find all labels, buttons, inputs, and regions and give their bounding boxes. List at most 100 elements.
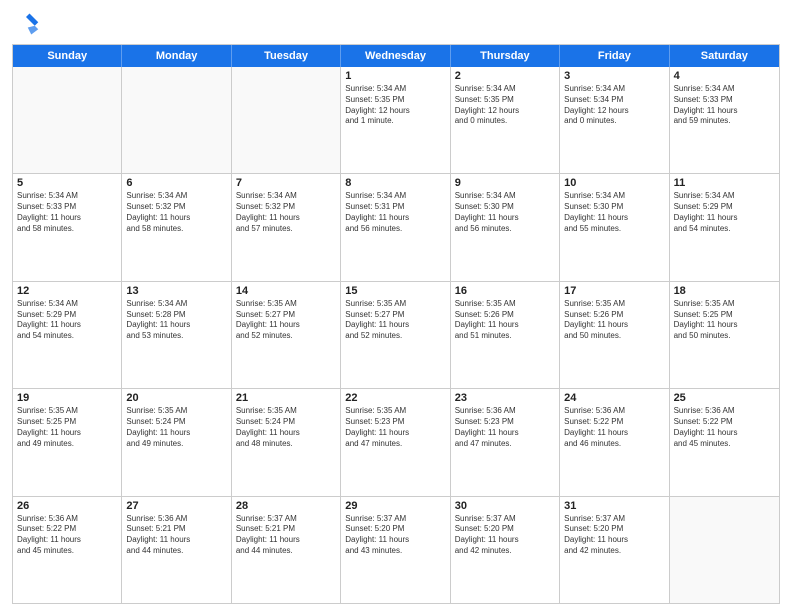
day-header-sunday: Sunday	[13, 45, 122, 67]
calendar-cell-26: 26Sunrise: 5:36 AM Sunset: 5:22 PM Dayli…	[13, 497, 122, 603]
cell-info-text: Sunrise: 5:36 AM Sunset: 5:22 PM Dayligh…	[674, 406, 775, 449]
calendar-cell-25: 25Sunrise: 5:36 AM Sunset: 5:22 PM Dayli…	[670, 389, 779, 495]
cell-info-text: Sunrise: 5:34 AM Sunset: 5:29 PM Dayligh…	[674, 191, 775, 234]
calendar-cell-1: 1 Sunrise: 5:34 AM Sunset: 5:35 PM Daylig…	[341, 67, 450, 173]
calendar-week-4: 19 Sunrise: 5:35 AM Sunset: 5:25 PM Dayli…	[13, 389, 779, 496]
calendar-cell-11: 11 Sunrise: 5:34 AM Sunset: 5:29 PM Dayli…	[670, 174, 779, 280]
cell-date-number: 17	[564, 285, 664, 297]
calendar-cell-5: 5 Sunrise: 5:34 AM Sunset: 5:33 PM Daylig…	[13, 174, 122, 280]
cell-info-text: Sunrise: 5:34 AM Sunset: 5:30 PM Dayligh…	[455, 191, 555, 234]
cell-date-number: 19	[17, 392, 117, 404]
calendar-cell-empty	[670, 497, 779, 603]
cell-date-number: 15	[345, 285, 445, 297]
logo	[12, 10, 44, 38]
calendar-cell-17: 17 Sunrise: 5:35 AM Sunset: 5:26 PM Dayli…	[560, 282, 669, 388]
calendar-week-2: 5 Sunrise: 5:34 AM Sunset: 5:33 PM Daylig…	[13, 174, 779, 281]
cell-date-number: 12	[17, 285, 117, 297]
cell-info-text: Sunrise: 5:35 AM Sunset: 5:27 PM Dayligh…	[236, 299, 336, 342]
cell-info-text: Sunrise: 5:34 AM Sunset: 5:35 PM Dayligh…	[455, 84, 555, 127]
cell-date-number: 30	[455, 500, 555, 512]
cell-date-number: 3	[564, 70, 664, 82]
cell-info-text: Sunrise: 5:35 AM Sunset: 5:26 PM Dayligh…	[455, 299, 555, 342]
calendar-cell-9: 9 Sunrise: 5:34 AM Sunset: 5:30 PM Daylig…	[451, 174, 560, 280]
calendar-cell-28: 28 Sunrise: 5:37 AM Sunset: 5:21 PM Dayli…	[232, 497, 341, 603]
day-header-wednesday: Wednesday	[341, 45, 450, 67]
calendar-cell-30: 30Sunrise: 5:37 AM Sunset: 5:20 PM Dayli…	[451, 497, 560, 603]
cell-date-number: 22	[345, 392, 445, 404]
cell-date-number: 16	[455, 285, 555, 297]
cell-info-text: Sunrise: 5:35 AM Sunset: 5:26 PM Dayligh…	[564, 299, 664, 342]
cell-date-number: 1	[345, 70, 445, 82]
day-header-tuesday: Tuesday	[232, 45, 341, 67]
cell-date-number: 9	[455, 177, 555, 189]
header	[12, 10, 780, 38]
cell-info-text: Sunrise: 5:35 AM Sunset: 5:25 PM Dayligh…	[17, 406, 117, 449]
calendar-cell-7: 7 Sunrise: 5:34 AM Sunset: 5:32 PM Daylig…	[232, 174, 341, 280]
cell-info-text: Sunrise: 5:35 AM Sunset: 5:24 PM Dayligh…	[126, 406, 226, 449]
calendar-cell-31: 31 Sunrise: 5:37 AM Sunset: 5:20 PM Dayli…	[560, 497, 669, 603]
cell-info-text: Sunrise: 5:37 AM Sunset: 5:20 PM Dayligh…	[564, 514, 664, 557]
calendar-cell-empty	[232, 67, 341, 173]
calendar-week-3: 12 Sunrise: 5:34 AM Sunset: 5:29 PM Dayli…	[13, 282, 779, 389]
cell-info-text: Sunrise: 5:37 AM Sunset: 5:20 PM Dayligh…	[345, 514, 445, 557]
cell-date-number: 28	[236, 500, 336, 512]
cell-date-number: 7	[236, 177, 336, 189]
cell-info-text: Sunrise: 5:34 AM Sunset: 5:34 PM Dayligh…	[564, 84, 664, 127]
cell-date-number: 8	[345, 177, 445, 189]
calendar-week-5: 26Sunrise: 5:36 AM Sunset: 5:22 PM Dayli…	[13, 497, 779, 603]
cell-date-number: 4	[674, 70, 775, 82]
day-header-monday: Monday	[122, 45, 231, 67]
calendar-cell-empty	[13, 67, 122, 173]
cell-info-text: Sunrise: 5:34 AM Sunset: 5:29 PM Dayligh…	[17, 299, 117, 342]
cell-info-text: Sunrise: 5:34 AM Sunset: 5:32 PM Dayligh…	[236, 191, 336, 234]
calendar-cell-13: 13Sunrise: 5:34 AM Sunset: 5:28 PM Dayli…	[122, 282, 231, 388]
cell-date-number: 5	[17, 177, 117, 189]
cell-info-text: Sunrise: 5:34 AM Sunset: 5:31 PM Dayligh…	[345, 191, 445, 234]
calendar-cell-4: 4Sunrise: 5:34 AM Sunset: 5:33 PM Daylig…	[670, 67, 779, 173]
cell-info-text: Sunrise: 5:34 AM Sunset: 5:32 PM Dayligh…	[126, 191, 226, 234]
calendar-cell-29: 29 Sunrise: 5:37 AM Sunset: 5:20 PM Dayli…	[341, 497, 450, 603]
cell-info-text: Sunrise: 5:34 AM Sunset: 5:30 PM Dayligh…	[564, 191, 664, 234]
cell-date-number: 21	[236, 392, 336, 404]
cell-date-number: 6	[126, 177, 226, 189]
cell-info-text: Sunrise: 5:34 AM Sunset: 5:35 PM Dayligh…	[345, 84, 445, 127]
calendar-cell-8: 8 Sunrise: 5:34 AM Sunset: 5:31 PM Daylig…	[341, 174, 450, 280]
cell-date-number: 10	[564, 177, 664, 189]
calendar-week-1: 1 Sunrise: 5:34 AM Sunset: 5:35 PM Daylig…	[13, 67, 779, 174]
cell-date-number: 23	[455, 392, 555, 404]
cell-info-text: Sunrise: 5:36 AM Sunset: 5:22 PM Dayligh…	[564, 406, 664, 449]
calendar-cell-20: 20Sunrise: 5:35 AM Sunset: 5:24 PM Dayli…	[122, 389, 231, 495]
cell-date-number: 11	[674, 177, 775, 189]
calendar-cell-24: 24 Sunrise: 5:36 AM Sunset: 5:22 PM Dayli…	[560, 389, 669, 495]
calendar-cell-16: 16 Sunrise: 5:35 AM Sunset: 5:26 PM Dayli…	[451, 282, 560, 388]
calendar-cell-empty	[122, 67, 231, 173]
cell-info-text: Sunrise: 5:35 AM Sunset: 5:24 PM Dayligh…	[236, 406, 336, 449]
cell-date-number: 29	[345, 500, 445, 512]
cell-date-number: 13	[126, 285, 226, 297]
calendar-cell-22: 22 Sunrise: 5:35 AM Sunset: 5:23 PM Dayli…	[341, 389, 450, 495]
cell-date-number: 27	[126, 500, 226, 512]
calendar-cell-27: 27Sunrise: 5:36 AM Sunset: 5:21 PM Dayli…	[122, 497, 231, 603]
cell-date-number: 2	[455, 70, 555, 82]
cell-info-text: Sunrise: 5:35 AM Sunset: 5:23 PM Dayligh…	[345, 406, 445, 449]
logo-icon	[12, 10, 40, 38]
day-header-thursday: Thursday	[451, 45, 560, 67]
cell-date-number: 18	[674, 285, 775, 297]
day-header-friday: Friday	[560, 45, 669, 67]
cell-info-text: Sunrise: 5:35 AM Sunset: 5:27 PM Dayligh…	[345, 299, 445, 342]
cell-date-number: 24	[564, 392, 664, 404]
calendar-cell-18: 18 Sunrise: 5:35 AM Sunset: 5:25 PM Dayli…	[670, 282, 779, 388]
day-header-saturday: Saturday	[670, 45, 779, 67]
cell-date-number: 31	[564, 500, 664, 512]
page-container: SundayMondayTuesdayWednesdayThursdayFrid…	[0, 0, 792, 612]
calendar-body: 1 Sunrise: 5:34 AM Sunset: 5:35 PM Daylig…	[13, 67, 779, 603]
calendar-cell-15: 15 Sunrise: 5:35 AM Sunset: 5:27 PM Dayli…	[341, 282, 450, 388]
cell-info-text: Sunrise: 5:35 AM Sunset: 5:25 PM Dayligh…	[674, 299, 775, 342]
cell-info-text: Sunrise: 5:34 AM Sunset: 5:33 PM Dayligh…	[17, 191, 117, 234]
calendar-cell-12: 12 Sunrise: 5:34 AM Sunset: 5:29 PM Dayli…	[13, 282, 122, 388]
calendar-cell-14: 14Sunrise: 5:35 AM Sunset: 5:27 PM Dayli…	[232, 282, 341, 388]
calendar-cell-2: 2 Sunrise: 5:34 AM Sunset: 5:35 PM Daylig…	[451, 67, 560, 173]
calendar-cell-10: 10 Sunrise: 5:34 AM Sunset: 5:30 PM Dayli…	[560, 174, 669, 280]
cell-info-text: Sunrise: 5:36 AM Sunset: 5:22 PM Dayligh…	[17, 514, 117, 557]
cell-info-text: Sunrise: 5:37 AM Sunset: 5:21 PM Dayligh…	[236, 514, 336, 557]
